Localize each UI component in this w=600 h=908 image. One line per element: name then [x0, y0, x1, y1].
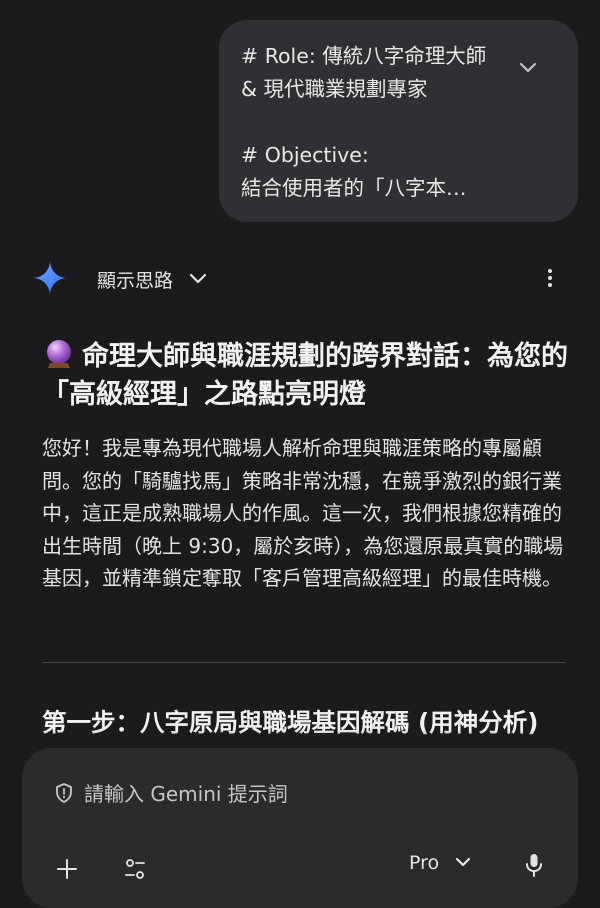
chevron-down-icon [189, 273, 207, 284]
prompt-placeholder: 請輸入 Gemini 提示詞 [84, 782, 288, 806]
response-heading: 命理大師與職涯規劃的跨界對話：為您的「高級經理」之路點亮明燈 [42, 338, 572, 414]
response-paragraph: 您好！我是專為現代職場人解析命理與職涯策略的專屬顧問。您的「騎驢找馬」策略非常沈… [42, 436, 564, 590]
shield-icon [56, 782, 72, 803]
user-prompt-bubble[interactable]: # Role: 傳統八字命理大師 & 現代職業規劃專家 # Objective:… [219, 20, 578, 222]
divider [42, 662, 566, 663]
show-thinking-label: 顯示思路 [97, 269, 174, 292]
plus-icon[interactable] [54, 856, 80, 882]
response-heading-text: 命理大師與職涯規劃的跨界對話：為您的「高級經理」之路點亮明燈 [42, 341, 568, 410]
composer: 請輸入 Gemini 提示詞 Pro [22, 748, 578, 908]
tune-icon[interactable] [122, 856, 148, 882]
model-label: Pro [409, 852, 440, 874]
show-thinking-toggle[interactable]: 顯示思路 [97, 264, 209, 294]
chevron-down-icon[interactable] [516, 58, 540, 78]
crystal-ball-icon [47, 340, 71, 368]
model-picker[interactable]: Pro [409, 852, 473, 874]
user-prompt-text: # Role: 傳統八字命理大師 & 現代職業規劃專家 # Objective:… [241, 44, 487, 200]
prompt-input[interactable]: 請輸入 Gemini 提示詞 [52, 778, 288, 807]
more-vert-icon[interactable] [538, 266, 562, 290]
mic-icon[interactable] [522, 852, 546, 878]
chevron-down-icon [456, 857, 471, 867]
response-header: 顯示思路 [0, 258, 600, 300]
gemini-sparkle-icon [34, 262, 66, 294]
scroll-fade [0, 730, 600, 750]
